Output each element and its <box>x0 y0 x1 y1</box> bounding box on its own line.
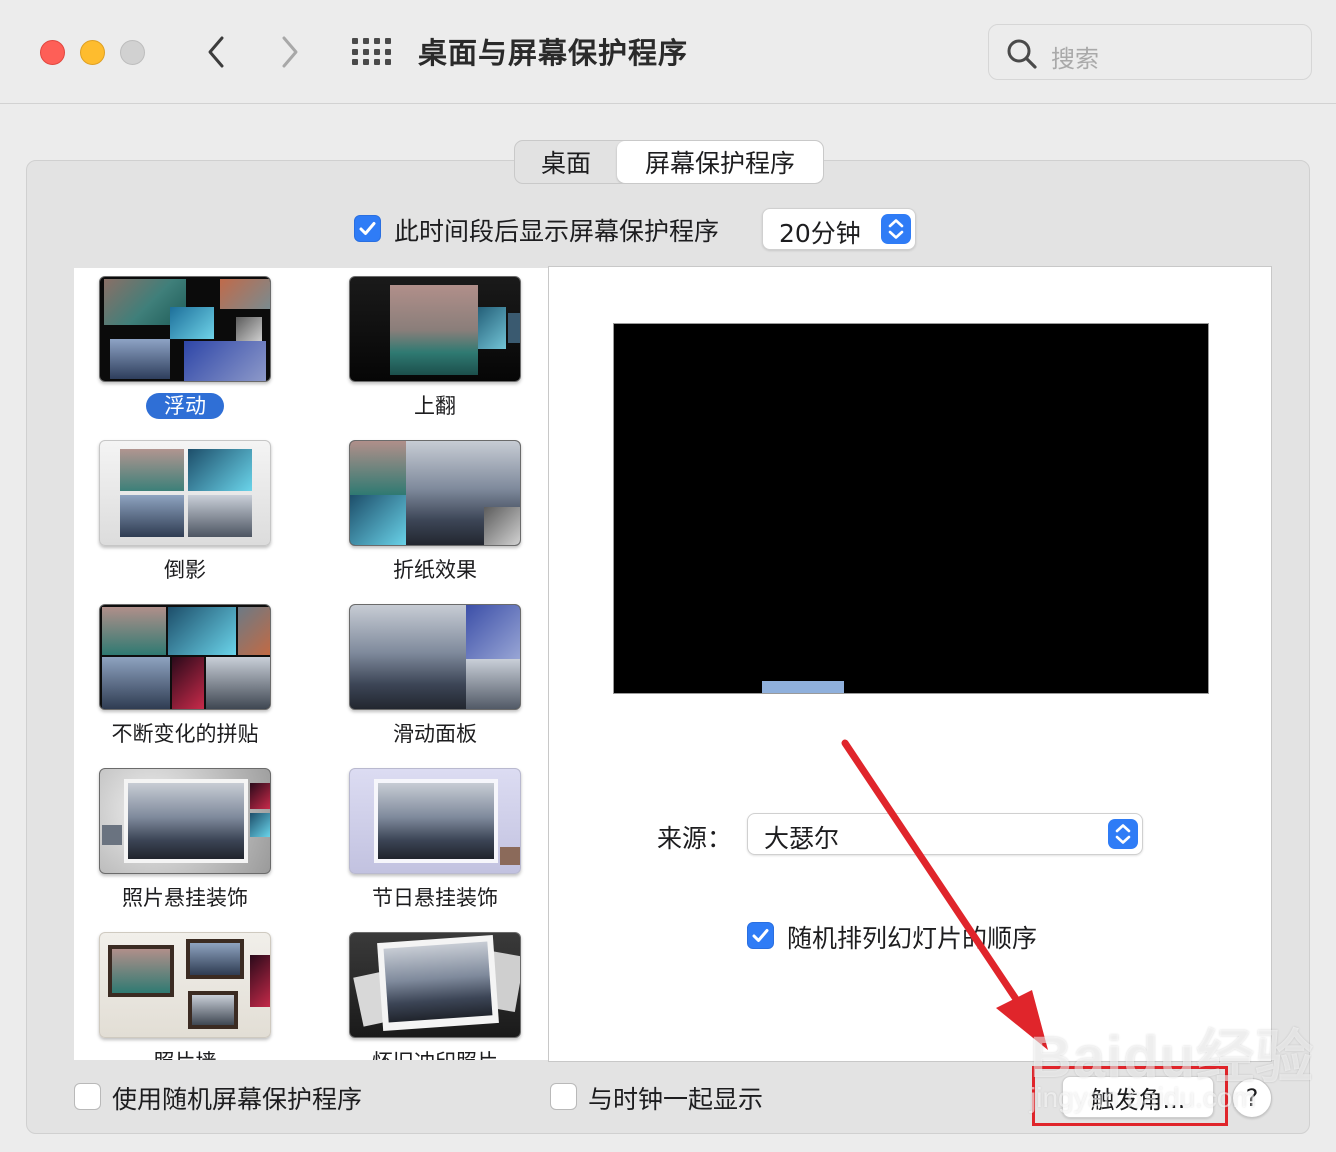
screensaver-thumbnail <box>349 604 521 710</box>
screensaver-thumbnail <box>99 604 271 710</box>
screensaver-label: 照片墙 <box>74 1046 296 1060</box>
tab-screensaver[interactable]: 屏幕保护程序 <box>617 141 823 183</box>
screensaver-label: 照片悬挂装饰 <box>122 886 248 910</box>
screensaver-label: 折纸效果 <box>393 558 477 582</box>
idle-checkbox[interactable] <box>354 215 381 242</box>
show-all-grid-icon[interactable] <box>350 36 391 68</box>
window-title: 桌面与屏幕保护程序 <box>418 36 689 70</box>
screensaver-thumbnail <box>349 768 521 874</box>
minimize-window-button[interactable] <box>80 40 105 65</box>
idle-duration-value: 20分钟 <box>779 219 861 248</box>
screensaver-thumbnail <box>99 276 271 382</box>
watermark-url: jingyan.baidu.com <box>1030 1082 1256 1113</box>
random-screensaver-label: 使用随机屏幕保护程序 <box>112 1085 363 1114</box>
screensaver-item-photo-wall[interactable]: 照片墙 <box>74 924 304 1060</box>
preview-screen <box>613 323 1209 694</box>
screensaver-label: 怀旧冲印照片 <box>324 1046 546 1060</box>
screensaver-item-sliding-panels[interactable]: 滑动面板 <box>324 596 548 760</box>
screensaver-item-shifting-tiles[interactable]: 不断变化的拼贴 <box>74 596 304 760</box>
screensaver-thumbnail <box>99 932 271 1038</box>
screensaver-thumbnail <box>349 932 521 1038</box>
checkmark-icon <box>359 222 376 235</box>
screensaver-item-holiday-ornaments[interactable]: 节日悬挂装饰 <box>324 760 548 924</box>
screensaver-item-origami[interactable]: 折纸效果 <box>324 432 548 596</box>
source-value: 大瑟尔 <box>764 824 840 853</box>
back-button[interactable] <box>196 30 236 74</box>
screensaver-item-vintage-prints[interactable]: 怀旧冲印照片 <box>324 924 548 1060</box>
screensaver-label: 浮动 <box>74 390 296 420</box>
screensaver-item-holiday-mobile[interactable]: 照片悬挂装饰 <box>74 760 304 924</box>
screensaver-label: 上翻 <box>414 394 456 418</box>
screensaver-thumbnail <box>99 768 271 874</box>
idle-duration-popup[interactable]: 20分钟 <box>762 208 916 250</box>
screensaver-label: 节日悬挂装饰 <box>372 886 498 910</box>
screensaver-label: 滑动面板 <box>393 722 477 746</box>
shuffle-label: 随机排列幻灯片的顺序 <box>787 924 1038 953</box>
title-bar: 桌面与屏幕保护程序 搜索 <box>0 0 1336 104</box>
shuffle-checkbox[interactable] <box>747 922 774 949</box>
screensaver-thumbnail <box>349 440 521 546</box>
preview-pane: 来源： 大瑟尔 随机排列幻灯片的顺序 <box>548 266 1272 1062</box>
screensaver-thumbnail <box>99 440 271 546</box>
screensaver-label: 倒影 <box>164 558 206 582</box>
zoom-window-button[interactable] <box>120 40 145 65</box>
random-screensaver-checkbox[interactable] <box>74 1083 101 1110</box>
close-window-button[interactable] <box>40 40 65 65</box>
checkmark-icon <box>752 929 769 942</box>
search-icon <box>1007 39 1037 69</box>
screensaver-item-flip-up[interactable]: 上翻 <box>324 268 548 432</box>
chevron-left-icon <box>208 36 224 68</box>
show-clock-label: 与时钟一起显示 <box>588 1085 764 1114</box>
idle-label: 此时间段后显示屏幕保护程序 <box>394 217 720 246</box>
segmented-tab-control: 桌面 屏幕保护程序 <box>514 140 824 184</box>
screensaver-list[interactable]: 浮动 上翻 倒影 折纸效果 不断变化的拼贴 滑动面板 照片悬挂装饰 节日悬挂装饰 <box>74 268 548 1060</box>
search-placeholder: 搜索 <box>1051 45 1099 73</box>
source-popup[interactable]: 大瑟尔 <box>747 813 1143 855</box>
forward-button[interactable] <box>270 30 310 74</box>
screensaver-item-floating[interactable]: 浮动 <box>74 268 304 432</box>
popup-stepper-icon <box>1108 819 1138 849</box>
screensaver-item-reflections[interactable]: 倒影 <box>74 432 304 596</box>
search-field[interactable]: 搜索 <box>988 24 1312 80</box>
chevron-right-icon <box>282 36 298 68</box>
popup-stepper-icon <box>881 214 911 244</box>
source-label: 来源： <box>657 824 733 853</box>
preview-slide-bar <box>762 681 844 693</box>
show-clock-checkbox[interactable] <box>550 1083 577 1110</box>
screensaver-label: 不断变化的拼贴 <box>111 722 259 746</box>
screensaver-thumbnail <box>349 276 521 382</box>
tab-desktop[interactable]: 桌面 <box>515 141 617 183</box>
